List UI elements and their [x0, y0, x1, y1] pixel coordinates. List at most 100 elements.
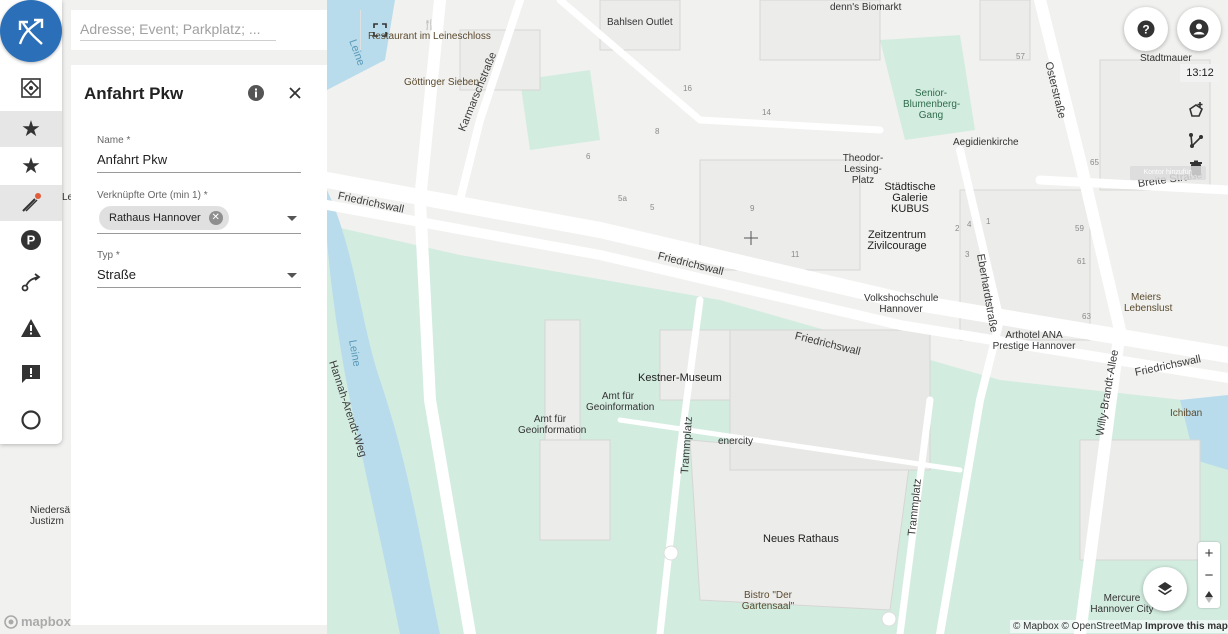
house-number: 4	[967, 220, 972, 229]
zoom-control: + −	[1198, 542, 1220, 608]
rail-parking-button[interactable]: P	[0, 222, 62, 258]
close-icon	[289, 87, 301, 99]
help-icon: ?	[1137, 20, 1155, 38]
rail-magic-wand-button[interactable]	[0, 185, 62, 221]
account-icon	[1189, 19, 1209, 39]
search-input[interactable]	[80, 18, 276, 41]
warning-icon	[21, 319, 41, 337]
poi-label: Volkshochschule Hannover	[864, 293, 939, 315]
house-number: 63	[1082, 312, 1091, 321]
zoom-out-button[interactable]: −	[1198, 564, 1220, 586]
house-number: 61	[1077, 257, 1086, 266]
plus-icon: +	[1204, 544, 1214, 562]
close-button[interactable]	[286, 84, 304, 102]
type-field-underline	[97, 287, 301, 288]
rail-route-button[interactable]	[0, 264, 62, 300]
house-number: 6	[586, 152, 591, 161]
place-chip: Rathaus Hannover ✕	[99, 206, 229, 230]
vertex-marker	[881, 611, 897, 627]
vertex-marker	[663, 545, 679, 561]
layers-diamond-icon	[21, 78, 41, 98]
poi-label: Amt für Geoinformation	[586, 391, 655, 413]
chip-remove-icon[interactable]: ✕	[208, 211, 223, 225]
kontor-tooltip: Kontor hinzufüg	[1130, 166, 1206, 180]
fullscreen-button[interactable]	[360, 10, 399, 50]
info-button[interactable]	[247, 84, 265, 102]
logo-icon	[18, 18, 44, 45]
house-number: 57	[1016, 52, 1025, 61]
house-number: 16	[683, 84, 692, 93]
house-number: 9	[750, 204, 755, 213]
poi-label: Zeitzentrum Zivilcourage	[867, 229, 927, 252]
rail-warning-button[interactable]	[0, 310, 62, 346]
draw-polygon-button[interactable]	[1182, 96, 1210, 124]
house-number: 11	[791, 250, 800, 259]
poi-label: Senior-Blumenberg-Gang	[903, 88, 961, 121]
help-button[interactable]: ?	[1124, 7, 1168, 51]
poi-label: Neues Rathaus	[763, 533, 839, 545]
house-number: 5a	[618, 194, 627, 203]
poi-label: denn's Biomarkt	[830, 2, 902, 13]
poi-label: enercity	[718, 436, 754, 447]
search-box	[71, 10, 387, 50]
house-number: 3	[965, 250, 970, 259]
route-icon	[21, 273, 41, 292]
house-number: 8	[655, 127, 660, 136]
poi-label: Städtische Galerie KUBUS	[884, 181, 936, 215]
house-number: 59	[1075, 224, 1084, 233]
magic-wand-icon	[22, 193, 41, 212]
compass-icon	[1205, 591, 1213, 603]
poi-label: Amt für Geoinformation	[518, 414, 587, 436]
type-select[interactable]: Straße	[97, 267, 136, 282]
type-field-label: Typ *	[97, 250, 120, 261]
account-button[interactable]	[1177, 7, 1221, 51]
draw-line-button[interactable]	[1182, 126, 1210, 154]
rail-favorites-button[interactable]: ★	[0, 111, 62, 147]
osm-attribution-link[interactable]: © OpenStreetMap	[1062, 621, 1143, 632]
zoom-in-button[interactable]: +	[1198, 542, 1220, 564]
poi-label: Ichiban	[1170, 408, 1203, 419]
place-chip-label: Rathaus Hannover	[109, 212, 201, 224]
rail-star-button[interactable]: ★	[0, 148, 62, 184]
places-dropdown-arrow-icon[interactable]	[287, 216, 297, 221]
compass-button[interactable]	[1198, 586, 1220, 608]
places-field-label: Verknüpfte Orte (min 1) *	[97, 190, 208, 201]
edit-panel: Anfahrt Pkw Name * Anfahrt Pkw Verknüpft…	[71, 65, 327, 625]
layers-button[interactable]	[1143, 567, 1187, 611]
improve-map-link[interactable]: Improve this map	[1145, 621, 1228, 632]
poi-label: Bahlsen Outlet	[607, 17, 673, 28]
mapbox-attribution-link[interactable]: © Mapbox	[1013, 621, 1059, 632]
svg-text:P: P	[27, 233, 36, 248]
rail-circle-button[interactable]	[0, 402, 62, 438]
app-logo[interactable]	[0, 0, 62, 62]
poi-label: Meiers Lebenslust	[1124, 292, 1173, 314]
info-icon	[248, 85, 264, 101]
mapbox-logo[interactable]: mapbox	[4, 614, 71, 629]
poi-label: Bistro "Der Gartensaal"	[741, 590, 795, 612]
tool-rail: ★ ★ P	[0, 0, 62, 444]
fullscreen-icon	[373, 23, 387, 37]
poi-label: Göttinger Sieben	[404, 77, 480, 88]
star-icon: ★	[21, 153, 41, 178]
name-field-label: Name *	[97, 135, 131, 146]
time-display: 13:12	[1180, 64, 1220, 82]
house-number: 5	[650, 203, 655, 212]
draw-polygon-icon	[1189, 102, 1203, 117]
mapbox-logo-text: mapbox	[21, 614, 71, 629]
house-number: 2	[955, 224, 960, 233]
layers-icon	[1158, 582, 1172, 596]
poi-label: Kestner-Museum	[638, 372, 722, 384]
poi-label: Niedersä Justizm	[30, 505, 71, 527]
rail-diamond-button[interactable]	[0, 70, 62, 106]
map-attribution: © Mapbox © OpenStreetMap Improve this ma…	[1010, 620, 1228, 633]
circle-icon	[21, 410, 41, 430]
house-number: 1	[986, 217, 991, 226]
rail-report-button[interactable]	[0, 356, 62, 392]
name-field[interactable]: Anfahrt Pkw	[97, 152, 167, 167]
poi-label: Aegidienkirche	[953, 137, 1019, 148]
parking-icon: P	[21, 230, 41, 250]
type-dropdown-arrow-icon[interactable]	[287, 273, 297, 278]
house-number: 65	[1090, 158, 1099, 167]
svg-text:?: ?	[1142, 23, 1149, 37]
places-field-underline	[97, 233, 301, 234]
